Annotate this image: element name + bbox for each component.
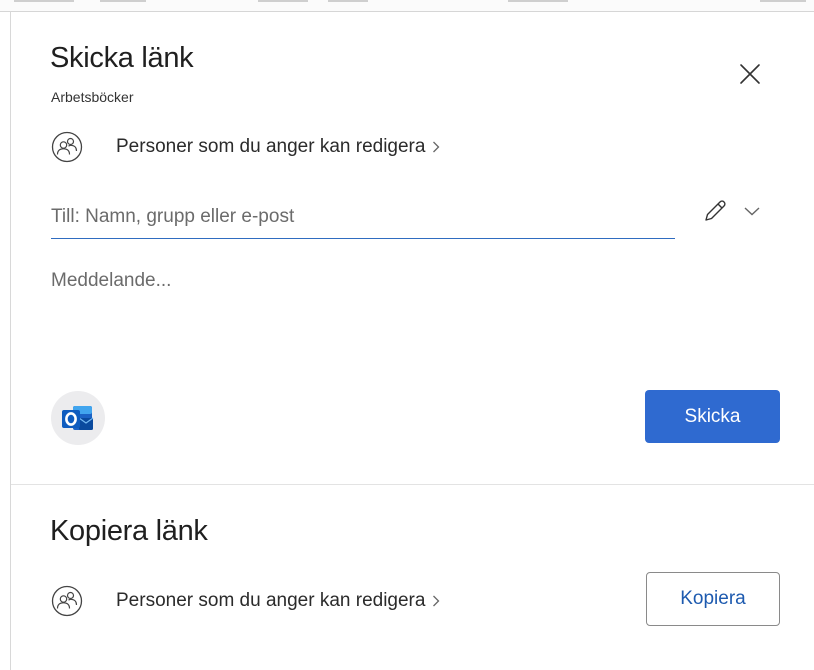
file-type-subtitle: Arbetsböcker: [51, 89, 134, 105]
permission-label: Personer som du anger kan redigera: [116, 136, 426, 157]
send-link-title: Skicka länk: [50, 42, 194, 74]
copy-button[interactable]: Kopiera: [646, 572, 780, 626]
background-strip: [0, 0, 814, 12]
close-icon: [740, 64, 760, 84]
close-button[interactable]: [736, 60, 764, 88]
recipient-permission-dropdown[interactable]: [700, 196, 768, 226]
pencil-icon: [705, 200, 726, 221]
send-button[interactable]: Skicka: [645, 390, 780, 443]
link-permission-settings[interactable]: Personer som du anger kan redigera: [51, 131, 441, 163]
people-icon: [51, 585, 83, 617]
chevron-down-icon: [744, 207, 760, 216]
message-input[interactable]: [51, 270, 771, 350]
recipient-input[interactable]: [51, 195, 675, 239]
copy-link-permission-settings[interactable]: Personer som du anger kan redigera: [51, 585, 441, 617]
outlook-button[interactable]: [51, 391, 105, 445]
permission-label: Personer som du anger kan redigera: [116, 590, 426, 611]
chevron-right-icon: [433, 141, 440, 153]
copy-link-title: Kopiera länk: [50, 515, 208, 547]
chevron-right-icon: [433, 595, 440, 607]
section-divider: [11, 484, 814, 485]
panel-left-border: [10, 11, 11, 670]
people-icon: [51, 131, 83, 163]
outlook-icon: [62, 406, 94, 430]
